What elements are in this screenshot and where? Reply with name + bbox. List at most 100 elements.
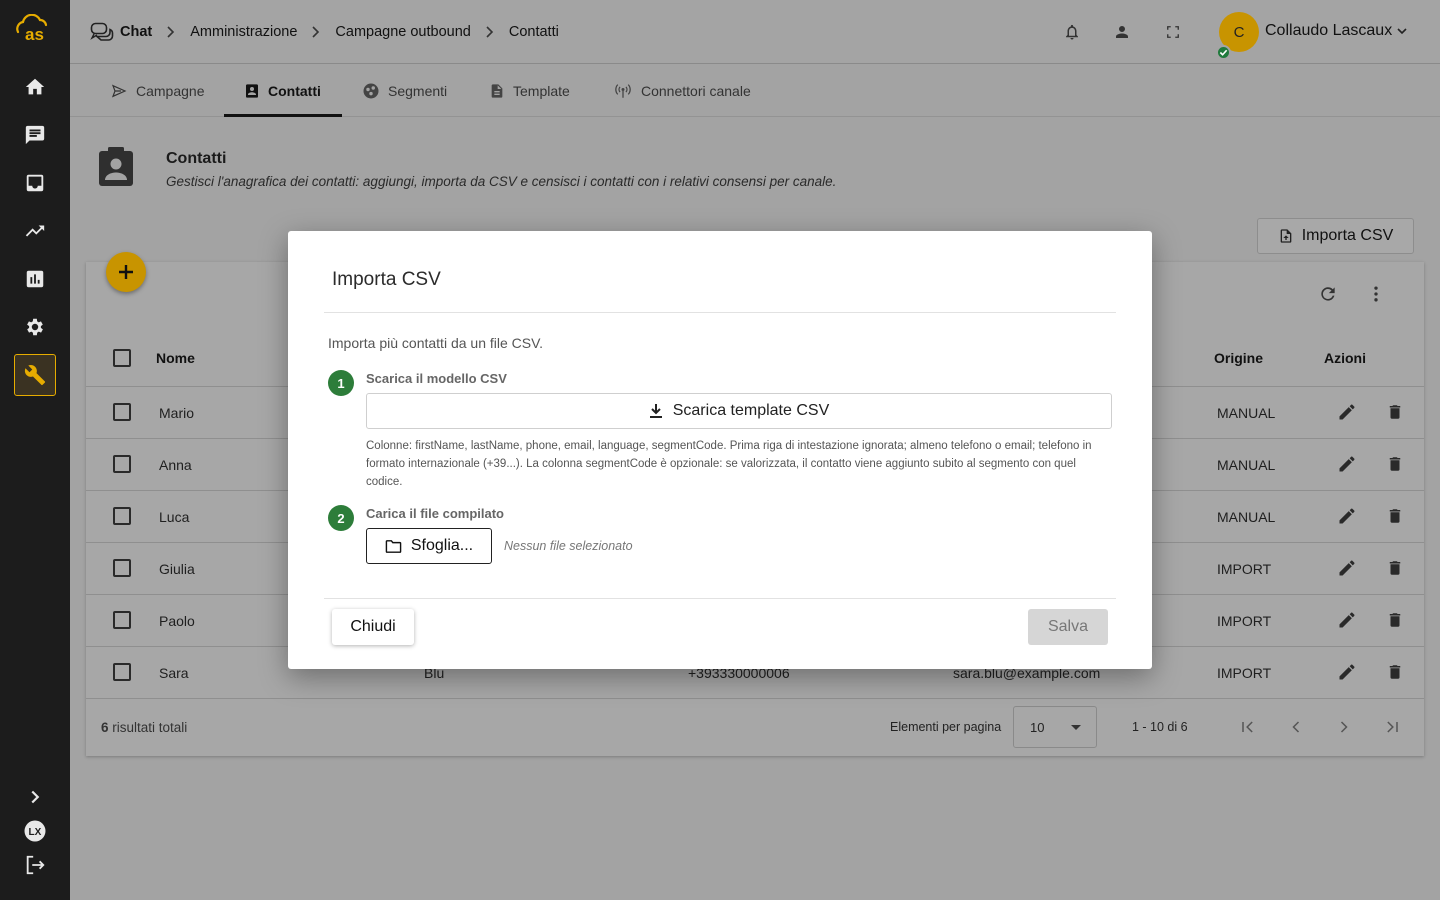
trash-icon[interactable] bbox=[1386, 610, 1404, 630]
edit-icon[interactable] bbox=[1337, 454, 1357, 474]
close-button[interactable]: Chiudi bbox=[332, 609, 414, 645]
previous-page-icon[interactable] bbox=[1286, 717, 1306, 737]
row-checkbox[interactable] bbox=[113, 559, 131, 577]
row-checkbox[interactable] bbox=[113, 611, 131, 629]
cloud-logo-icon[interactable]: as bbox=[12, 14, 54, 42]
breadcrumb-label: Chat bbox=[120, 24, 153, 40]
page-range: 1 - 10 di 6 bbox=[1132, 720, 1188, 734]
column-origin[interactable]: Origine bbox=[1214, 350, 1263, 366]
contact-card-icon bbox=[244, 82, 260, 100]
segments-icon bbox=[362, 82, 380, 100]
download-icon bbox=[649, 403, 663, 419]
row-checkbox[interactable] bbox=[113, 507, 131, 525]
fullscreen-icon[interactable] bbox=[1164, 22, 1182, 42]
lx-logo-icon[interactable]: LX bbox=[24, 820, 46, 842]
online-status-badge bbox=[1216, 45, 1231, 60]
next-page-icon[interactable] bbox=[1334, 717, 1354, 737]
person-icon[interactable] bbox=[1113, 22, 1131, 42]
plus-icon bbox=[118, 264, 134, 280]
row-checkbox[interactable] bbox=[113, 403, 131, 421]
nav-chat[interactable] bbox=[14, 114, 56, 156]
cell-origin: MANUAL bbox=[1217, 457, 1276, 473]
column-name[interactable]: Nome bbox=[156, 350, 195, 366]
nav-admin[interactable] bbox=[14, 354, 56, 396]
cell-name: Anna bbox=[159, 457, 192, 473]
import-csv-button[interactable]: Importa CSV bbox=[1257, 218, 1414, 254]
trash-icon[interactable] bbox=[1386, 454, 1404, 474]
edit-icon[interactable] bbox=[1337, 402, 1357, 422]
page-title: Contatti bbox=[166, 150, 227, 167]
bar-chart-icon bbox=[24, 268, 46, 290]
trend-icon bbox=[24, 220, 46, 242]
tab-campagne[interactable]: Campagne bbox=[110, 65, 205, 116]
nav-trends[interactable] bbox=[14, 210, 56, 252]
chat-bubbles-icon bbox=[90, 22, 114, 42]
breadcrumb-campaigns[interactable]: Campagne outbound bbox=[335, 24, 470, 40]
logout-button[interactable] bbox=[24, 854, 46, 876]
nav-settings[interactable] bbox=[14, 306, 56, 348]
chat-icon bbox=[24, 124, 46, 146]
file-upload-icon bbox=[1278, 227, 1294, 245]
edit-icon[interactable] bbox=[1337, 610, 1357, 630]
step-2-badge: 2 bbox=[328, 505, 354, 531]
more-vert-icon[interactable] bbox=[1366, 283, 1386, 305]
user-name: Collaudo Lascaux bbox=[1265, 22, 1393, 39]
browse-file-button[interactable]: Sfoglia... bbox=[366, 528, 492, 564]
expand-rail-button[interactable] bbox=[24, 786, 46, 808]
cell-origin: MANUAL bbox=[1217, 405, 1276, 421]
items-per-page-value: 10 bbox=[1030, 720, 1045, 735]
row-checkbox[interactable] bbox=[113, 663, 131, 681]
bell-icon[interactable] bbox=[1063, 22, 1081, 42]
add-contact-button[interactable] bbox=[106, 252, 146, 292]
trash-icon[interactable] bbox=[1386, 402, 1404, 422]
cell-name: Mario bbox=[159, 405, 195, 421]
breadcrumb-admin[interactable]: Amministrazione bbox=[190, 24, 297, 40]
tab-connettori[interactable]: Connettori canale bbox=[613, 65, 751, 116]
step-2-label: Carica il file compilato bbox=[366, 506, 504, 521]
tab-segmenti[interactable]: Segmenti bbox=[362, 65, 447, 116]
items-per-page-select[interactable]: 10 bbox=[1013, 706, 1097, 748]
wrench-icon bbox=[24, 364, 46, 386]
select-all-checkbox[interactable] bbox=[113, 349, 131, 367]
divider bbox=[324, 312, 1116, 313]
nav-reports[interactable] bbox=[14, 258, 56, 300]
total-suffix: risultati totali bbox=[112, 720, 188, 735]
items-per-page-label: Elementi per pagina bbox=[890, 720, 1002, 734]
dialog-title: Importa CSV bbox=[332, 269, 441, 290]
send-icon bbox=[110, 83, 128, 99]
nav-home[interactable] bbox=[14, 66, 56, 108]
breadcrumb: Chat Amministrazione Campagne outbound C… bbox=[90, 0, 559, 64]
refresh-icon[interactable] bbox=[1318, 283, 1338, 305]
logout-icon bbox=[24, 854, 46, 876]
edit-icon[interactable] bbox=[1337, 506, 1357, 526]
trash-icon[interactable] bbox=[1386, 558, 1404, 578]
column-actions: Azioni bbox=[1324, 350, 1366, 366]
total-count: 6 bbox=[101, 720, 109, 735]
tab-template[interactable]: Template bbox=[489, 65, 570, 116]
first-page-icon[interactable] bbox=[1238, 717, 1258, 737]
breadcrumb-chat[interactable]: Chat bbox=[90, 22, 152, 42]
cell-name: Sara bbox=[159, 665, 189, 681]
svg-text:as: as bbox=[25, 25, 44, 42]
nav-inbox[interactable] bbox=[14, 162, 56, 204]
chevron-right-icon bbox=[311, 26, 321, 38]
edit-icon[interactable] bbox=[1337, 662, 1357, 682]
save-button[interactable]: Salva bbox=[1028, 609, 1108, 645]
document-icon bbox=[489, 82, 505, 100]
trash-icon[interactable] bbox=[1386, 506, 1404, 526]
tab-contatti[interactable]: Contatti bbox=[244, 65, 321, 116]
breadcrumb-contacts[interactable]: Contatti bbox=[509, 24, 559, 40]
page-description: Gestisci l'anagrafica dei contatti: aggi… bbox=[166, 174, 837, 189]
row-checkbox[interactable] bbox=[113, 455, 131, 473]
edit-icon[interactable] bbox=[1337, 558, 1357, 578]
last-page-icon[interactable] bbox=[1382, 717, 1402, 737]
total-results: 6 risultati totali bbox=[101, 720, 187, 735]
cell-name: Giulia bbox=[159, 561, 195, 577]
top-bar: Chat Amministrazione Campagne outbound C… bbox=[70, 0, 1440, 64]
download-template-button[interactable]: Scarica template CSV bbox=[366, 393, 1112, 429]
svg-text:LX: LX bbox=[29, 827, 42, 838]
user-menu[interactable]: Collaudo Lascaux bbox=[1265, 22, 1408, 40]
dialog-intro: Importa più contatti da un file CSV. bbox=[328, 335, 544, 351]
chevron-right-icon bbox=[485, 26, 495, 38]
trash-icon[interactable] bbox=[1386, 662, 1404, 682]
